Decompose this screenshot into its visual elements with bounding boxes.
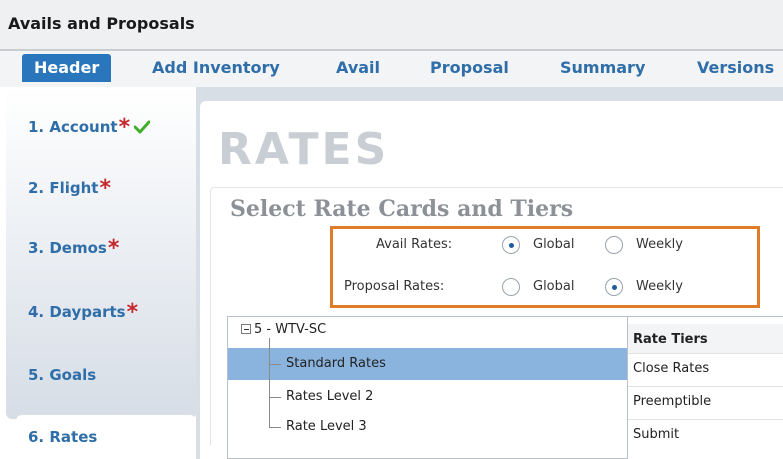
required-indicator: * [126,300,139,325]
sidebar-item-label: 5. Goals [28,366,97,384]
tree-connector [269,427,281,428]
tree-connector [269,364,281,365]
rate-tiers-header-label: Rate Tiers [633,332,708,347]
sidebar-item-label: 3. Demos [28,239,107,257]
sidebar-item-account[interactable]: 1. Account* [28,113,151,140]
avail-rates-global-label[interactable]: Global [533,237,574,252]
avail-rates-weekly-label[interactable]: Weekly [636,237,683,252]
tree-root-label: 5 - WTV-SC [254,322,327,337]
required-indicator: * [99,176,111,201]
tier-submit[interactable]: Submit [633,427,679,442]
tab-proposal[interactable]: Proposal [430,54,509,82]
proposal-rates-label: Proposal Rates: [344,279,445,294]
app-title: Avails and Proposals [8,14,195,33]
title-bar: Avails and Proposals [0,0,783,50]
tree-node-standard-rates[interactable]: Standard Rates [286,356,386,371]
sidebar-item-label: 1. Account [28,118,118,136]
tab-summary[interactable]: Summary [560,54,645,82]
tier-preemptible[interactable]: Preemptible [633,394,711,409]
required-indicator: * [107,236,120,261]
sidebar-item-label: 4. Dayparts [28,303,126,321]
page-title: RATES [218,124,390,175]
sidebar-item-dayparts[interactable]: 4. Dayparts* [28,298,139,325]
avail-rates-global-radio[interactable] [502,236,520,254]
sidebar-item-flight[interactable]: 2. Flight* [28,174,111,201]
sidebar-item-label: 6. Rates [28,428,98,446]
step-sidebar: 1. Account* 2. Flight* 3. Demos* 4. Dayp… [0,87,196,459]
check-icon [134,120,151,134]
tree-node-rates-level-2[interactable]: Rates Level 2 [286,389,373,404]
tree-root-item[interactable]: 5 - WTV-SC [241,322,326,337]
rate-card-tree [227,316,627,459]
tab-add-inventory[interactable]: Add Inventory [152,54,280,82]
tab-header[interactable]: Header [22,54,112,82]
tree-connector [269,338,270,428]
proposal-rates-global-radio[interactable] [502,278,520,296]
tier-close-rates[interactable]: Close Rates [633,361,709,376]
proposal-rates-weekly-label[interactable]: Weekly [636,279,683,294]
avail-rates-label: Avail Rates: [376,237,453,252]
tab-bar: Header Add Inventory Avail Proposal Summ… [0,51,783,87]
sidebar-item-rates[interactable]: 6. Rates [28,428,97,446]
sidebar-item-label: 2. Flight [28,179,99,197]
tree-node-rate-level-3[interactable]: Rate Level 3 [286,419,367,434]
sidebar-item-demos[interactable]: 3. Demos* [28,234,120,261]
tab-versions[interactable]: Versions [697,54,774,82]
tree-connector [269,397,281,398]
collapse-icon[interactable] [241,324,251,334]
tab-avail[interactable]: Avail [336,54,380,82]
required-indicator: * [118,115,131,140]
proposal-rates-global-label[interactable]: Global [533,279,574,294]
section-title: Select Rate Cards and Tiers [230,196,574,222]
sidebar-item-goals[interactable]: 5. Goals [28,366,96,384]
avail-rates-weekly-radio[interactable] [605,236,623,254]
proposal-rates-weekly-radio[interactable] [605,278,623,296]
